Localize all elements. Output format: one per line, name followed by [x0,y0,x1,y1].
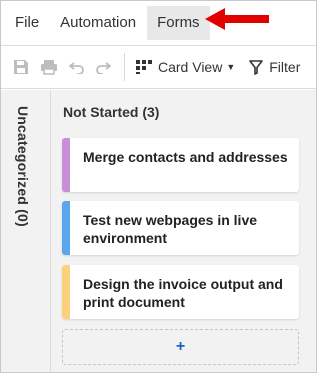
toolbar: Card View ▼ Filter [1,45,316,89]
card-view-icon [136,60,152,74]
print-icon[interactable] [38,56,60,78]
card-color-stripe [62,265,70,319]
uncategorized-column[interactable]: Uncategorized (0) [1,90,51,372]
card-title: Design the invoice output and print docu… [83,276,283,310]
undo-icon[interactable] [66,56,88,78]
annotation-arrow-icon [205,8,269,30]
plus-icon: + [175,338,186,355]
kanban-board: Uncategorized (0) Not Started (3) Merge … [1,90,316,372]
chevron-down-icon: ▼ [226,62,236,72]
card-merge-contacts[interactable]: Merge contacts and addresses [62,138,299,192]
menu-automation[interactable]: Automation [50,6,146,40]
card-color-stripe [62,201,70,255]
filter-button[interactable]: Filter [244,53,305,81]
card-view-dropdown[interactable]: Card View ▼ [131,53,240,81]
card-title: Test new webpages in live environment [83,212,258,246]
filter-icon [249,59,264,75]
save-icon[interactable] [10,56,32,78]
card-view-label: Card View [158,59,223,75]
card-design-invoice[interactable]: Design the invoice output and print docu… [62,265,299,319]
filter-label: Filter [269,59,301,75]
menu-file[interactable]: File [5,6,49,40]
card-title: Merge contacts and addresses [83,149,288,165]
redo-icon[interactable] [92,56,114,78]
card-test-webpages[interactable]: Test new webpages in live environment [62,201,299,255]
column-title: Not Started (3) [63,104,160,120]
toolbar-divider [124,53,125,81]
add-card-button[interactable]: + [62,329,299,365]
menu-forms[interactable]: Forms [147,6,210,40]
uncategorized-label: Uncategorized (0) [15,106,31,227]
card-color-stripe [62,138,70,192]
app-window: File Automation Forms Card View ▼ Filter… [0,0,317,373]
